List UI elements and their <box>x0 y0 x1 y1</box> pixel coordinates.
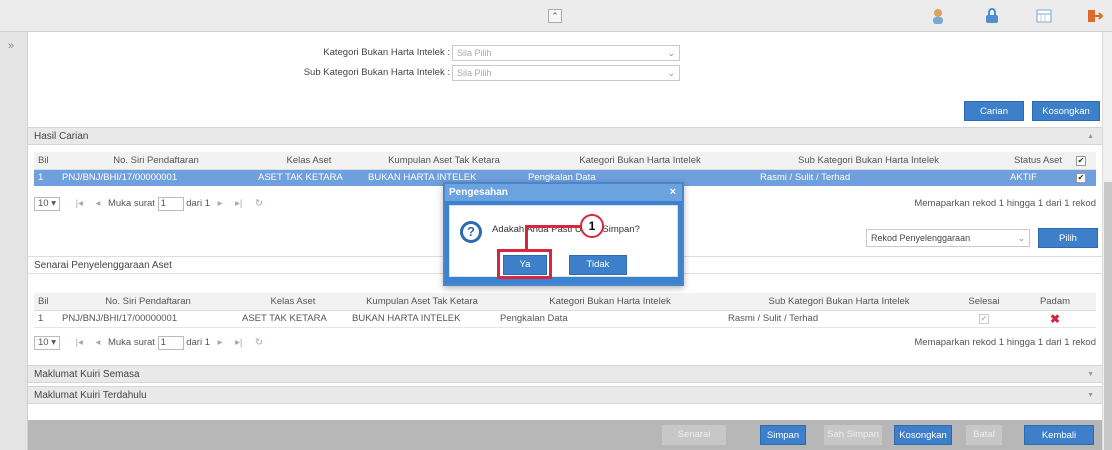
last-page-icon[interactable]: ▸| <box>235 337 242 348</box>
row-checkbox[interactable]: ✔ <box>1076 173 1086 184</box>
selesai-checkbox[interactable]: ✔ <box>979 314 989 324</box>
subkategori-select[interactable]: Sila Pilih ⌄ <box>452 65 680 81</box>
top-bar: ⌃ <box>0 0 1112 32</box>
carian-button[interactable]: Carian <box>964 101 1024 121</box>
expand-icon[interactable]: ▼ <box>1087 366 1094 383</box>
side-gutter <box>0 32 28 450</box>
kuiri-terdahulu-header[interactable]: Maklumat Kuiri Terdahulu ▼ <box>28 386 1102 404</box>
table-row[interactable]: 1 PNJ/BNJ/BHI/17/00000001 ASET TAK KETAR… <box>34 310 1096 328</box>
page-size-select[interactable]: 10 ▾ <box>34 197 60 211</box>
senarai-pager: 10 ▾ |◂ ◂ Muka surat 1 dari 1 ▸ ▸| ↻ Mem… <box>34 334 1096 352</box>
page-input[interactable]: 1 <box>157 197 184 211</box>
question-icon: ? <box>460 221 482 243</box>
prev-page-icon[interactable]: ◂ <box>96 198 101 209</box>
chevron-down-icon: ⌄ <box>667 68 675 78</box>
chevron-down-icon: ⌄ <box>667 48 675 58</box>
subkategori-label: Sub Kategori Bukan Harta Intelek : <box>303 67 450 78</box>
exit-icon[interactable] <box>1086 7 1104 25</box>
next-page-icon[interactable]: ▸ <box>218 337 223 348</box>
chevron-down-icon: ⌄ <box>1017 233 1025 243</box>
prev-page-icon[interactable]: ◂ <box>96 337 101 348</box>
kategori-label: Kategori Bukan Harta Intelek : <box>323 47 450 58</box>
kosongkan-button[interactable]: Kosongkan <box>894 425 952 445</box>
collapse-icon[interactable]: ▲ <box>1087 128 1094 145</box>
kosongkan-search-button[interactable]: Kosongkan <box>1032 101 1100 121</box>
close-icon[interactable]: × <box>670 184 676 201</box>
pilih-button[interactable]: Pilih <box>1038 228 1098 248</box>
lock-icon[interactable] <box>983 7 1001 25</box>
double-chevron-up-icon[interactable]: ⌃ <box>548 9 562 23</box>
senarai-table: Bil No. Siri Pendaftaran Kelas Aset Kump… <box>34 293 1096 328</box>
user-icon[interactable] <box>930 7 948 25</box>
scrollbar[interactable] <box>1102 32 1112 450</box>
highlight-box <box>497 249 552 279</box>
table-header-row: Bil No. Siri Pendaftaran Kelas Aset Kump… <box>34 152 1096 170</box>
first-page-icon[interactable]: |◂ <box>76 337 83 348</box>
expand-icon[interactable]: ▼ <box>1087 387 1094 404</box>
rekod-select[interactable]: Rekod Penyelenggaraan ⌄ <box>866 229 1030 247</box>
hasil-carian-header[interactable]: Hasil Carian ▲ <box>28 127 1102 145</box>
first-page-icon[interactable]: |◂ <box>76 198 83 209</box>
batal-button[interactable]: Batal <box>966 425 1002 445</box>
sah-simpan-button[interactable]: Sah Simpan <box>824 425 882 445</box>
kembali-button[interactable]: Kembali <box>1024 425 1094 445</box>
tidak-button[interactable]: Tidak <box>569 255 627 275</box>
delete-icon[interactable]: ✖ <box>1050 312 1060 326</box>
select-all-checkbox[interactable]: ✔ <box>1076 155 1086 166</box>
kategori-select[interactable]: Sila Pilih ⌄ <box>452 45 680 61</box>
page-input[interactable]: 1 <box>157 336 184 350</box>
refresh-icon[interactable]: ↻ <box>255 337 263 348</box>
calendar-icon[interactable] <box>1035 7 1053 25</box>
refresh-icon[interactable]: ↻ <box>255 198 263 209</box>
page-size-select[interactable]: 10 ▾ <box>34 336 60 350</box>
simpan-button[interactable]: Simpan <box>760 425 806 445</box>
table-header-row: Bil No. Siri Pendaftaran Kelas Aset Kump… <box>34 293 1096 311</box>
kuiri-semasa-header[interactable]: Maklumat Kuiri Semasa ▼ <box>28 365 1102 383</box>
step-badge: 1 <box>580 214 604 238</box>
annotation-line <box>525 225 581 228</box>
hasil-carian-table: Bil No. Siri Pendaftaran Kelas Aset Kump… <box>34 152 1096 186</box>
senarai-semak-button[interactable]: Senarai Semak <box>662 425 726 450</box>
confirm-dialog: Pengesahan × ? Adakah Anda Pasti Untuk S… <box>443 182 684 286</box>
scrollbar-thumb[interactable] <box>1104 182 1112 450</box>
annotation-line <box>525 225 528 251</box>
dialog-title-bar: Pengesahan × <box>445 184 682 201</box>
last-page-icon[interactable]: ▸| <box>235 198 242 209</box>
next-page-icon[interactable]: ▸ <box>218 198 223 209</box>
